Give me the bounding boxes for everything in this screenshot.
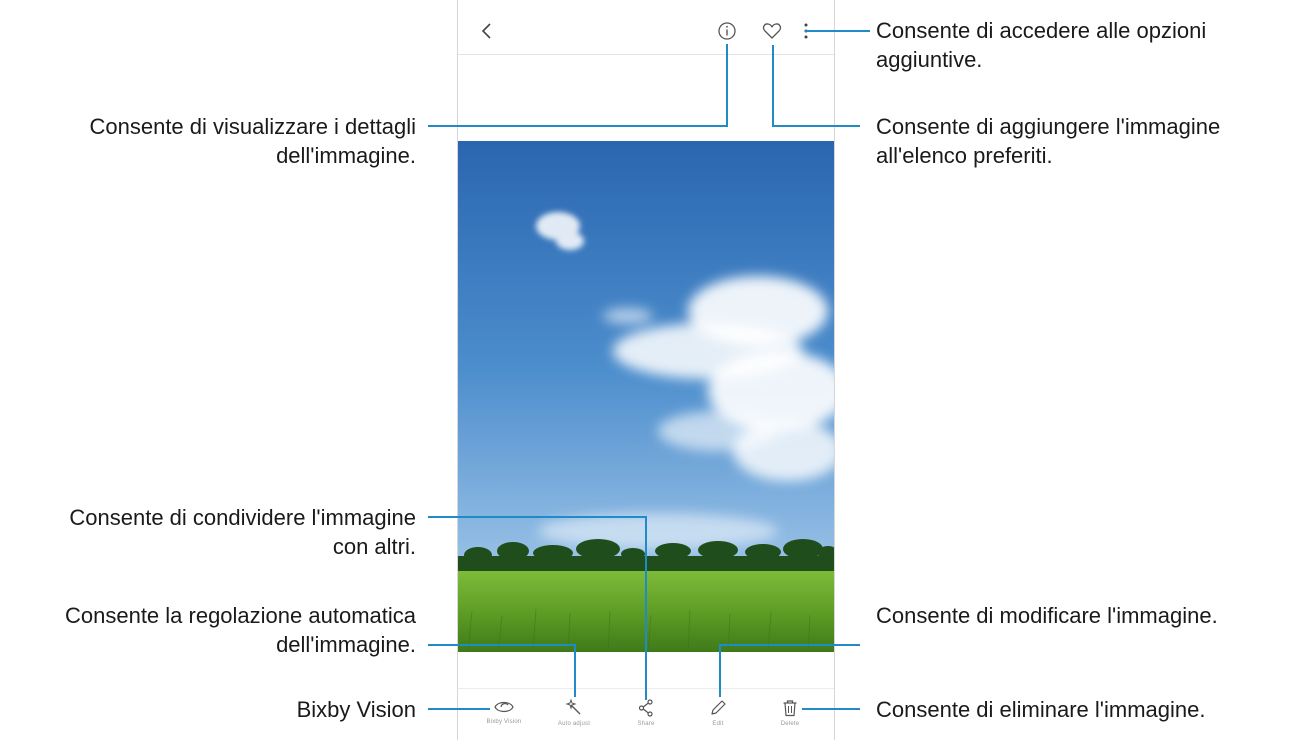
phone-screen: Bixby Vision Auto adjust Share Edit Dele… [457,0,835,740]
more-options-button[interactable] [793,18,819,44]
callout-more-options: Consente di accedere alle opzioni aggiun… [876,16,1206,74]
delete-button[interactable]: Delete [762,689,818,741]
delete-label: Delete [780,721,800,727]
callout-more-options-line1: Consente di accedere alle opzioni [876,18,1207,43]
callout-auto-adjust-line1: Consente la regolazione automatica [64,603,416,628]
landscape-photo [458,141,834,652]
bottom-toolbar: Bixby Vision Auto adjust Share Edit Dele… [458,688,834,741]
chevron-left-icon [481,23,491,39]
callout-share: Consente di condividere l'immagine con a… [69,503,416,561]
callout-auto-adjust: Consente la regolazione automatica dell'… [65,601,416,659]
callout-bixby: Bixby Vision [296,697,416,722]
edit-icon [711,700,726,715]
favourite-button[interactable] [759,18,785,44]
bixby-vision-button[interactable]: Bixby Vision [476,689,532,741]
auto-adjust-icon [565,699,581,715]
heart-icon [762,23,782,39]
top-toolbar [458,0,834,55]
share-button[interactable]: Share [618,689,674,741]
callout-details-line1: Consente di visualizzare i dettagli [89,114,416,139]
edit-label: Edit [712,721,724,727]
details-button[interactable] [714,18,740,44]
bixby-vision-label: Bixby Vision [486,719,522,725]
info-icon [718,22,736,40]
callout-edit: Consente di modificare l'immagine. [876,603,1218,628]
callout-favourite: Consente di aggiungere l'immagine all'el… [876,112,1220,170]
bixby-vision-icon [494,701,514,713]
callout-favourite-line2: all'elenco preferiti. [876,143,1053,168]
callout-details: Consente di visualizzare i dettagli dell… [89,112,416,170]
callout-details-line2: dell'immagine. [276,143,416,168]
photo-preview[interactable] [458,141,834,652]
auto-adjust-label: Auto adjust [557,721,591,727]
more-vertical-icon [804,23,808,39]
callout-favourite-line1: Consente di aggiungere l'immagine [876,114,1221,139]
callout-delete: Consente di eliminare l'immagine. [876,697,1206,722]
share-icon [638,699,653,717]
auto-adjust-button[interactable]: Auto adjust [546,689,602,741]
edit-button[interactable]: Edit [690,689,746,741]
back-button[interactable] [474,18,500,44]
callout-share-line1: Consente di condividere l'immagine [69,505,416,530]
delete-icon [783,700,797,717]
callout-auto-adjust-line2: dell'immagine. [276,632,416,657]
callout-more-options-line2: aggiuntive. [876,47,983,72]
callout-share-line2: con altri. [332,534,416,559]
share-label: Share [637,721,655,727]
